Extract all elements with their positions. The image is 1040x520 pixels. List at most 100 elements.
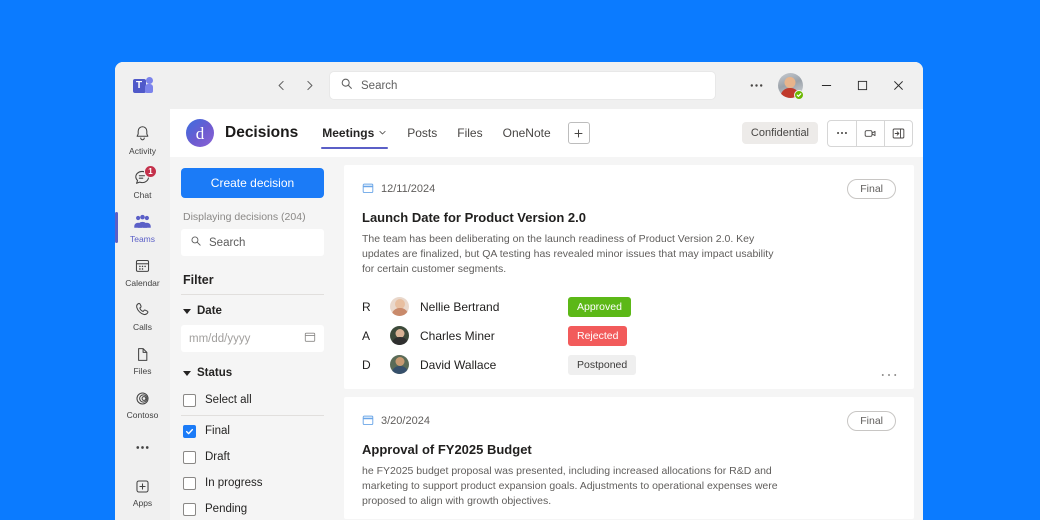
more-options-button[interactable] [828,121,856,146]
tab-label: OneNote [502,126,551,140]
date-section-header[interactable]: Date [183,305,324,317]
decision-date-text: 3/20/2024 [381,415,430,427]
decision-date: 3/20/2024 [362,414,430,429]
displaying-count-label: Displaying decisions (204) [183,211,306,223]
status-section-header[interactable]: Status [183,367,324,379]
search-icon [190,234,202,252]
close-button[interactable] [881,62,915,109]
create-decision-button[interactable]: Create decision [181,168,324,198]
checkbox-in-progress[interactable]: In progress [181,470,324,496]
caret-down-icon [183,308,191,314]
checkbox-label: In progress [205,477,263,489]
checkbox-label: Select all [205,394,252,406]
sidebar-item-chat[interactable]: 1 Chat [115,161,170,205]
checkbox-final[interactable]: Final [181,418,324,444]
participant-name: David Wallace [420,357,497,372]
sidebar-item-label: Calls [133,321,152,332]
teams-logo-dot [145,76,153,84]
avatar[interactable] [773,69,807,103]
status-badge: Final [847,411,896,431]
decision-card[interactable]: 3/20/2024 Final Approval of FY2025 Budge… [344,397,914,519]
calendar-icon[interactable] [304,330,316,348]
sidebar-item-calendar[interactable]: Calendar [115,249,170,293]
checkbox-divider [181,415,324,416]
participant-avatar [390,326,409,345]
participant-row: D David Wallace Postponed [362,350,896,379]
meet-now-icon[interactable] [856,120,884,146]
search-input[interactable]: Search [330,72,715,99]
title-bar: T Search [115,62,923,109]
navigation-buttons [268,73,322,99]
date-section-label: Date [197,305,222,317]
participant-role: R [362,299,371,314]
filter-divider [181,294,324,295]
tab-bar: Meetings Posts Files OneNote [312,109,590,157]
participant-row: R Nellie Bertrand Approved [362,292,896,321]
caret-down-icon [183,370,191,376]
tab-onenote[interactable]: OneNote [493,109,561,157]
decision-description: he FY2025 budget proposal was presented,… [362,465,778,507]
contoso-rings-icon [133,387,152,409]
sidebar-item-contoso[interactable]: Contoso [115,382,170,426]
sidebar-item-files[interactable]: Files [115,338,170,382]
tab-posts[interactable]: Posts [397,109,447,157]
tab-meetings[interactable]: Meetings [312,109,397,157]
sidebar-more-button[interactable] [115,426,170,470]
decision-search-input[interactable]: Search [181,229,324,256]
titlebar-right-controls [741,62,915,109]
calendar-icon [362,182,374,197]
filter-panel: Create decision Displaying decisions (20… [170,157,335,520]
forward-button[interactable] [296,73,322,99]
status-badge: Final [847,179,896,199]
calendar-icon [133,255,152,277]
presence-available-icon [794,89,804,100]
content-area: Create decision Displaying decisions (20… [170,157,923,520]
checkbox-pending[interactable]: Pending [181,496,324,520]
chevron-down-icon [378,126,387,140]
checkbox-box [183,450,196,464]
teams-window: T Search Activity 1 Chat Teams Calendar … [115,62,923,520]
checkbox-box [183,393,196,407]
phone-icon [133,299,152,321]
decision-participants: R Nellie Bertrand Approved A Charles Min… [362,292,896,379]
chat-unread-badge: 1 [144,165,157,179]
decision-card-header: 12/11/2024 Final [362,179,896,199]
checkbox-label: Draft [205,451,230,463]
tab-files[interactable]: Files [447,109,492,157]
teams-logo-letter: T [132,78,146,93]
decision-search-placeholder: Search [209,236,246,249]
checkbox-select-all[interactable]: Select all [181,387,324,413]
confidential-badge: Confidential [741,122,818,144]
decision-title: Approval of FY2025 Budget [362,442,532,457]
participant-role: A [362,328,371,343]
settings-more-button[interactable] [741,71,771,101]
sidebar-item-apps[interactable]: Apps [115,470,170,514]
tab-label: Files [457,126,483,140]
decision-card[interactable]: 12/11/2024 Final Launch Date for Product… [344,165,914,389]
sidebar-item-label: Apps [132,498,153,509]
search-placeholder: Search [361,79,398,92]
decision-list[interactable]: 12/11/2024 Final Launch Date for Product… [335,157,923,520]
microsoft-teams-logo-icon: T [132,76,153,96]
checkbox-box [183,476,196,490]
sidebar-item-calls[interactable]: Calls [115,293,170,337]
status-section-label: Status [197,367,233,379]
add-tab-button[interactable] [567,122,590,144]
search-icon [340,77,353,95]
sidebar-item-label: Activity [129,145,156,156]
window-body: Activity 1 Chat Teams Calendar Calls Fil… [115,109,923,520]
minimize-button[interactable] [809,62,843,109]
participant-role: D [362,357,371,372]
date-field[interactable]: mm/dd/yyyy [181,325,324,352]
team-avatar: d [186,119,214,147]
tab-label: Posts [407,126,438,140]
more-horizontal-icon[interactable] [881,367,897,381]
back-button[interactable] [268,73,294,99]
checkbox-box [183,502,196,516]
open-panel-icon[interactable] [884,120,912,146]
checkbox-draft[interactable]: Draft [181,444,324,470]
sidebar-item-teams[interactable]: Teams [115,205,170,249]
sidebar-item-activity[interactable]: Activity [115,117,170,161]
maximize-button[interactable] [845,62,879,109]
calendar-icon [362,414,374,429]
